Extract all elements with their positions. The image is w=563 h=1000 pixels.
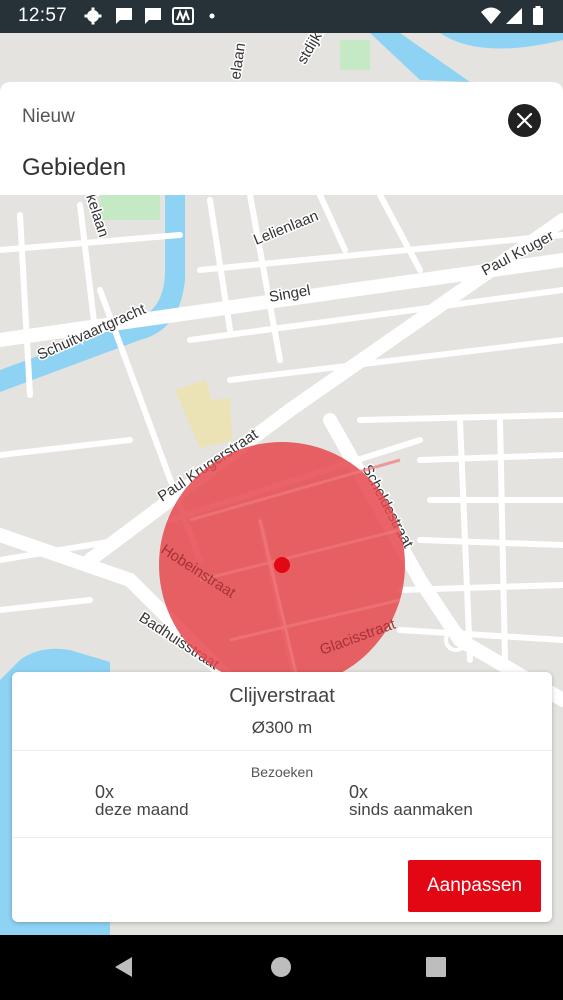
area-center-marker [274, 557, 290, 573]
area-info-card: Clijverstraat Ø300 m Bezoeken 0x deze ma… [12, 672, 552, 922]
back-icon[interactable] [112, 955, 136, 979]
navigation-bar [0, 935, 563, 1000]
visits-month-label: deze maand [95, 800, 189, 819]
edit-button[interactable]: Aanpassen [408, 860, 541, 912]
street-label: stdijk [294, 33, 326, 67]
visits-total-label: sinds aanmaken [349, 800, 473, 819]
message-icon [145, 8, 161, 24]
area-name: Clijverstraat [229, 685, 335, 707]
recents-icon[interactable] [426, 957, 446, 977]
page-title: Gebieden [22, 154, 127, 181]
page-subtitle: Nieuw [22, 106, 75, 127]
divider [12, 750, 552, 751]
divider [12, 837, 552, 838]
battery-icon [533, 6, 543, 25]
status-time: 12:57 [18, 5, 68, 26]
visits-label: Bezoeken [250, 764, 314, 780]
close-button[interactable] [508, 104, 541, 137]
header-panel: Nieuw Gebieden [0, 82, 563, 195]
dot-icon [209, 13, 215, 19]
status-bar: 12:57 [0, 0, 563, 33]
message-icon [116, 8, 132, 24]
street-label: Lelienlaan [251, 207, 321, 248]
area-diameter: Ø300 m [251, 718, 313, 737]
close-icon [516, 112, 533, 129]
nu-app-icon [172, 7, 194, 25]
wifi-icon [481, 7, 501, 24]
gear-icon [84, 7, 102, 25]
street-label: elaan [227, 42, 249, 81]
home-icon[interactable] [270, 956, 292, 978]
signal-icon [506, 8, 522, 24]
